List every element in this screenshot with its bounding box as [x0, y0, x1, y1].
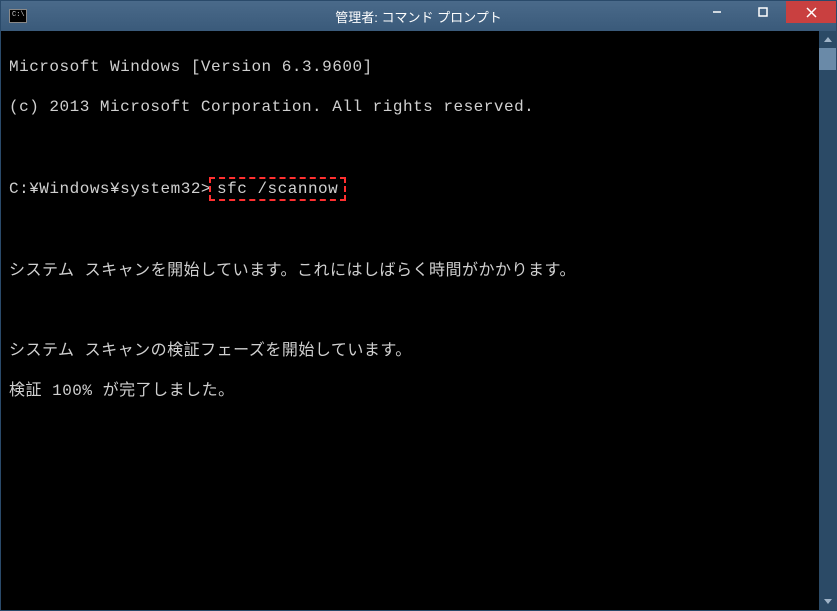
- blank-line: [9, 301, 828, 321]
- maximize-icon: [758, 7, 768, 17]
- command-text: sfc /scannow: [217, 180, 338, 198]
- minimize-icon: [712, 7, 722, 17]
- close-icon: [806, 7, 817, 18]
- vertical-scrollbar[interactable]: [819, 31, 836, 610]
- terminal-output[interactable]: Microsoft Windows [Version 6.3.9600] (c)…: [1, 31, 836, 610]
- scroll-down-arrow[interactable]: [819, 593, 836, 610]
- window-titlebar[interactable]: C:\ 管理者: コマンド プロンプト: [1, 1, 836, 31]
- version-line: Microsoft Windows [Version 6.3.9600]: [9, 57, 828, 77]
- app-icon: C:\: [9, 9, 27, 23]
- close-button[interactable]: [786, 1, 836, 23]
- scan-start-line: システム スキャンを開始しています。これにはしばらく時間がかかります。: [9, 261, 828, 281]
- chevron-up-icon: [824, 37, 832, 42]
- prompt-line: C:¥Windows¥system32> sfc /scannow: [9, 177, 828, 201]
- scroll-track[interactable]: [819, 48, 836, 593]
- chevron-down-icon: [824, 599, 832, 604]
- blank-line: [9, 137, 828, 157]
- scroll-thumb[interactable]: [819, 48, 836, 70]
- copyright-line: (c) 2013 Microsoft Corporation. All righ…: [9, 97, 828, 117]
- minimize-button[interactable]: [694, 1, 740, 23]
- command-highlight: sfc /scannow: [209, 177, 346, 201]
- scroll-up-arrow[interactable]: [819, 31, 836, 48]
- verify-complete-line: 検証 100% が完了しました。: [9, 381, 828, 401]
- verify-phase-line: システム スキャンの検証フェーズを開始しています。: [9, 341, 828, 361]
- app-icon-text: C:\: [12, 12, 25, 19]
- blank-line: [9, 221, 828, 241]
- window-title: 管理者: コマンド プロンプト: [335, 7, 501, 26]
- prompt-text: C:¥Windows¥system32>: [9, 180, 211, 198]
- window-controls: [694, 1, 836, 23]
- maximize-button[interactable]: [740, 1, 786, 23]
